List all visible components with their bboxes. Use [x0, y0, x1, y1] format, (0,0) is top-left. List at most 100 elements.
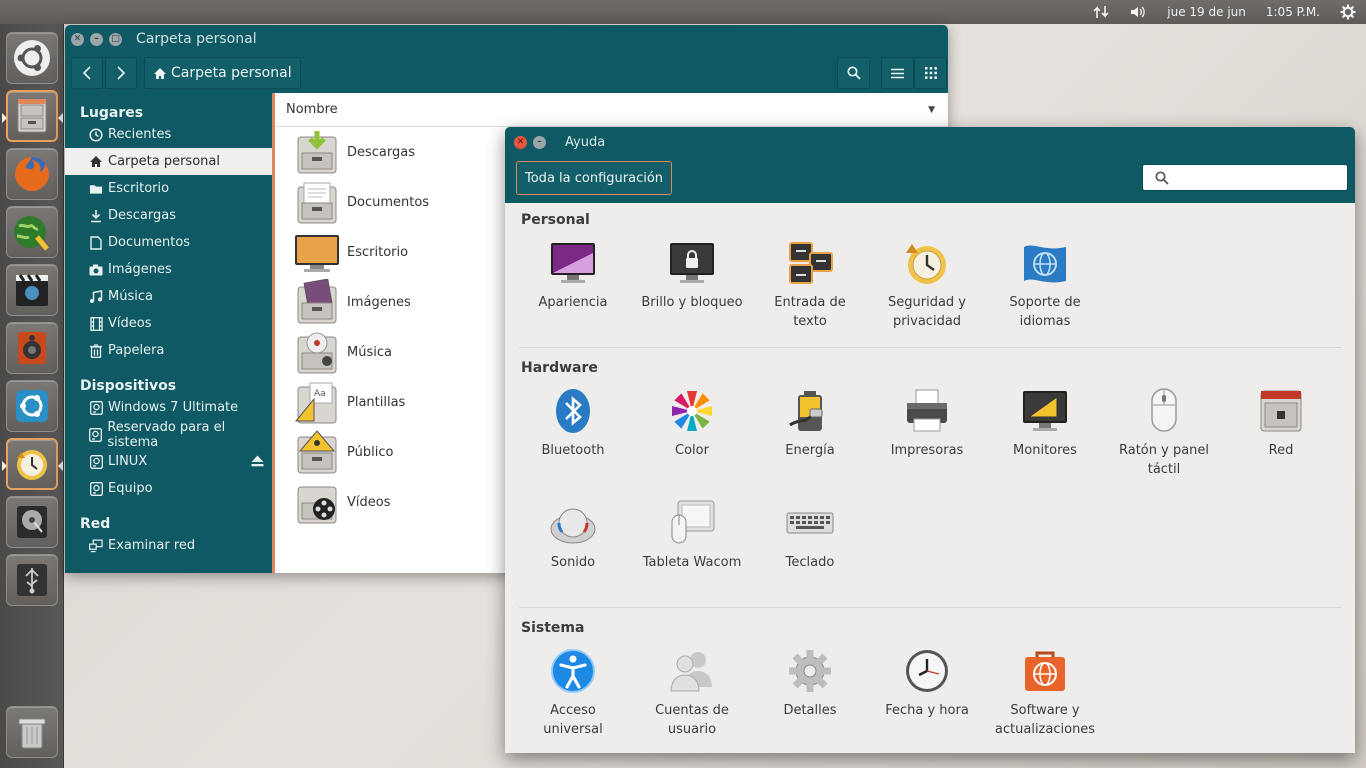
ubuntu-logo-icon — [14, 40, 50, 76]
sidebar-item-computer[interactable]: Equipo — [65, 475, 272, 502]
usb-icon — [17, 564, 47, 596]
settings-item-text-entry[interactable]: Entrada de texto — [751, 239, 869, 331]
settings-item-keyboard[interactable]: Teclado — [751, 499, 869, 572]
fm-maximize-button[interactable]: □ — [109, 32, 122, 46]
sidebar-item-videos[interactable]: Vídeos — [65, 310, 272, 337]
settings-item-universal-access[interactable]: Acceso universal — [514, 647, 632, 739]
sidebar-item-linux[interactable]: LINUX — [65, 448, 272, 475]
launcher-firefox[interactable] — [6, 148, 58, 200]
item-label: Color — [675, 443, 709, 458]
item-label: Tableta Wacom — [642, 555, 742, 570]
sidebar-item-documents[interactable]: Documentos — [65, 229, 272, 256]
sidebar-item-pictures[interactable]: Imágenes — [65, 256, 272, 283]
settings-item-software-updates[interactable]: Software y actualizaciones — [986, 647, 1104, 739]
item-label: Software y — [1010, 703, 1080, 718]
settings-item-power[interactable]: Energía — [751, 387, 869, 460]
settings-item-date-time[interactable]: Fecha y hora — [868, 647, 986, 720]
network-indicator[interactable] — [1083, 0, 1119, 24]
session-indicator[interactable] — [1330, 0, 1366, 24]
settings-item-appearance[interactable]: Apariencia — [514, 239, 632, 312]
launcher-files[interactable] — [2, 90, 63, 142]
settings-item-user-accounts[interactable]: Cuentas de usuario — [633, 647, 751, 739]
settings-item-security-privacy[interactable]: Seguridad y privacidad — [868, 239, 986, 331]
sidebar-item-system-reserved[interactable]: Reservado para el sistema — [65, 419, 272, 450]
software-center-icon — [16, 390, 48, 422]
sidebar-item-label: Equipo — [108, 481, 153, 496]
sidebar-item-browse-network[interactable]: Examinar red — [65, 532, 272, 559]
globe-icon — [14, 216, 49, 251]
launcher-software-center[interactable] — [6, 380, 58, 432]
sidebar-item-downloads[interactable]: Descargas — [65, 202, 272, 229]
item-label-line2: táctil — [1147, 462, 1181, 477]
sidebar-item-label: Reservado para el sistema — [107, 419, 226, 450]
launcher-dash[interactable] — [6, 32, 58, 84]
launcher-trash[interactable] — [6, 706, 58, 758]
eject-icon[interactable] — [251, 455, 264, 471]
chevron-right-icon — [117, 66, 126, 80]
back-button[interactable] — [71, 57, 103, 89]
sidebar-item-recent[interactable]: Recientes — [65, 121, 272, 148]
printer-icon — [907, 389, 947, 432]
drive-icon — [89, 400, 103, 415]
settings-item-sound[interactable]: Sonido — [514, 499, 632, 572]
search-button[interactable] — [837, 57, 870, 89]
fm-close-button[interactable]: ✕ — [71, 32, 84, 46]
public-folder-icon — [297, 430, 337, 474]
sidebar-item-trash[interactable]: Papelera — [65, 337, 272, 364]
section-system: Sistema — [521, 620, 585, 636]
settings-item-wacom-tablet[interactable]: Tableta Wacom — [633, 499, 751, 572]
item-label: Brillo y bloqueo — [641, 295, 743, 310]
settings-item-bluetooth[interactable]: Bluetooth — [514, 387, 632, 460]
sidebar-item-windows7[interactable]: Windows 7 Ultimate — [65, 394, 272, 421]
launcher-backup[interactable] — [2, 438, 63, 490]
settings-item-mouse-touchpad[interactable]: Ratón y panel táctil — [1105, 387, 1223, 479]
sound-indicator[interactable] — [1119, 0, 1157, 24]
film-clapper-icon — [16, 274, 48, 306]
settings-item-brightness-lock[interactable]: Brillo y bloqueo — [633, 239, 751, 312]
settings-item-printers[interactable]: Impresoras — [868, 387, 986, 460]
separator — [519, 347, 1341, 348]
fm-toolbar: Carpeta personal — [65, 53, 948, 93]
column-header-name[interactable]: Nombre ▼ — [275, 93, 948, 127]
settings-minimize-button[interactable]: – — [533, 135, 546, 149]
grid-view-button[interactable] — [914, 57, 947, 89]
section-hardware: Hardware — [521, 360, 598, 376]
settings-close-button[interactable]: ✕ — [514, 135, 527, 149]
sidebar-item-desktop[interactable]: Escritorio — [65, 175, 272, 202]
launcher-video-editor[interactable] — [6, 264, 58, 316]
item-label: Soporte de — [1009, 295, 1081, 310]
settings-item-details[interactable]: Detalles — [751, 647, 869, 720]
mouse-icon — [1151, 388, 1177, 432]
launcher-earth-app[interactable] — [6, 206, 58, 258]
sidebar-item-home[interactable]: Carpeta personal — [65, 148, 272, 175]
launcher-audio-app[interactable] — [6, 322, 58, 374]
launcher-disk[interactable] — [6, 496, 58, 548]
breadcrumb-home[interactable]: Carpeta personal — [144, 57, 301, 89]
list-view-button[interactable] — [881, 57, 914, 89]
settings-item-network[interactable]: Red — [1222, 387, 1340, 460]
separator — [519, 607, 1341, 608]
settings-item-color[interactable]: Color — [633, 387, 751, 460]
sort-arrow-icon: ▼ — [928, 105, 935, 115]
sidebar-item-label: Imágenes — [108, 262, 172, 277]
clock-indicator[interactable]: 1:05 P.M. — [1256, 0, 1330, 24]
item-label: Entrada de — [774, 295, 846, 310]
list-icon — [891, 68, 904, 78]
settings-item-monitors[interactable]: Monitores — [986, 387, 1104, 460]
settings-search-input[interactable] — [1142, 164, 1348, 191]
item-label: Cuentas de — [655, 703, 729, 718]
camera-icon — [89, 263, 103, 277]
settings-item-language-support[interactable]: Soporte de idiomas — [986, 239, 1104, 331]
fm-minimize-button[interactable]: – — [90, 32, 103, 46]
all-settings-button[interactable]: Toda la configuración — [516, 161, 673, 195]
hard-disk-icon — [17, 506, 47, 538]
film-icon — [89, 316, 103, 331]
sidebar-item-music[interactable]: Música — [65, 283, 272, 310]
launcher-usb[interactable] — [6, 554, 58, 606]
forward-button[interactable] — [105, 57, 137, 89]
date-indicator[interactable]: jue 19 de jun — [1157, 0, 1256, 24]
home-icon — [89, 155, 103, 169]
wacom-tablet-icon — [671, 500, 715, 544]
speaker-box-icon — [18, 332, 46, 364]
item-label: Teclado — [785, 555, 835, 570]
